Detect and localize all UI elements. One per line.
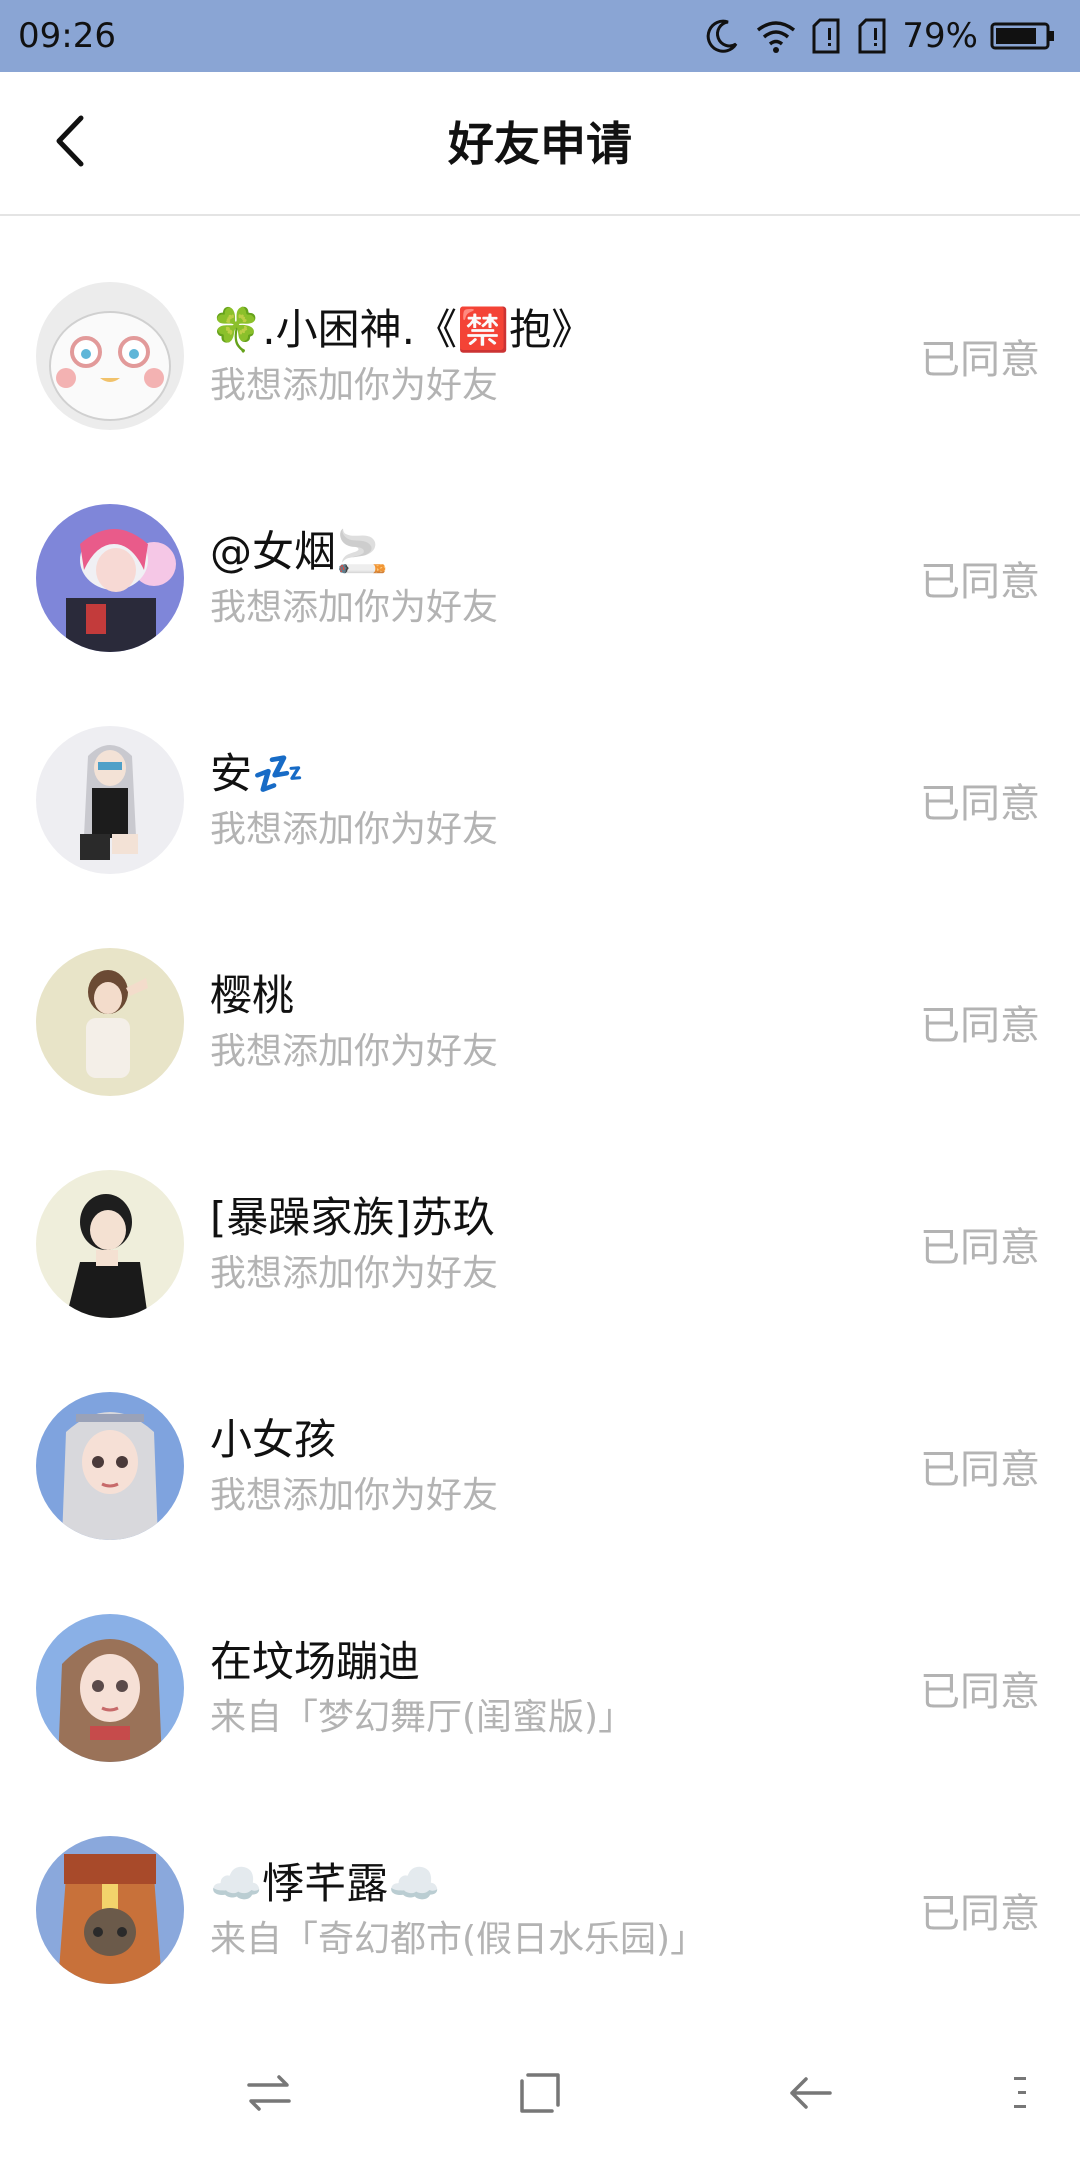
system-nav-bar xyxy=(0,2030,1080,2160)
menu-dots-icon xyxy=(1010,2071,1030,2119)
request-message: 我想添加你为好友 xyxy=(210,587,499,628)
avatar xyxy=(36,1614,184,1762)
switch-icon xyxy=(245,2071,293,2119)
status-label: 已同意 xyxy=(920,337,1040,383)
requester-name: 樱桃 xyxy=(210,971,295,1020)
status-label: 已同意 xyxy=(920,559,1040,605)
status-label: 已同意 xyxy=(920,1669,1040,1715)
status-time: 09:26 xyxy=(18,16,116,56)
requester-name: 在坟场蹦迪 xyxy=(210,1637,421,1686)
status-label: 已同意 xyxy=(920,1447,1040,1493)
requester-name: 🍀.小困神.《🈲抱》 xyxy=(210,305,594,354)
requester-name: ☁️悸芊露☁️ xyxy=(210,1859,441,1908)
battery-icon xyxy=(990,20,1056,52)
list-item[interactable]: [暴躁家族]苏玖 我想添加你为好友 已同意 xyxy=(0,1104,1080,1326)
menu-button[interactable] xyxy=(985,2060,1055,2130)
avatar xyxy=(36,1392,184,1540)
home-square-icon xyxy=(518,2071,562,2119)
sim2-icon xyxy=(856,16,890,56)
list-item[interactable]: 樱桃 我想添加你为好友 已同意 xyxy=(0,882,1080,1104)
status-label: 已同意 xyxy=(920,1003,1040,1049)
page-title: 好友申请 xyxy=(448,117,632,171)
requester-name: @女烟🚬 xyxy=(210,527,389,576)
request-message: 我想添加你为好友 xyxy=(210,1031,499,1072)
request-message: 我想添加你为好友 xyxy=(210,1475,499,1516)
status-icons: 79% xyxy=(702,12,1056,60)
requester-name: 安💤 xyxy=(210,749,305,798)
header: 好友申请 xyxy=(0,72,1080,216)
status-label: 已同意 xyxy=(920,1225,1040,1271)
avatar xyxy=(36,726,184,874)
list-item[interactable]: @女烟🚬 我想添加你为好友 已同意 xyxy=(0,438,1080,660)
wifi-icon xyxy=(754,16,798,56)
switch-button[interactable] xyxy=(234,2060,304,2130)
list-item[interactable]: 小女孩 我想添加你为好友 已同意 xyxy=(0,1326,1080,1548)
sim1-icon xyxy=(810,16,844,56)
list-item[interactable]: 🍀.小困神.《🈲抱》 我想添加你为好友 已同意 xyxy=(0,216,1080,438)
request-message: 来自「梦幻舞厅(闺蜜版)」 xyxy=(210,1697,635,1738)
back-nav-button[interactable] xyxy=(775,2060,845,2130)
battery-percent: 79% xyxy=(902,16,978,56)
list-item[interactable]: 在坟场蹦迪 来自「梦幻舞厅(闺蜜版)」 已同意 xyxy=(0,1548,1080,1770)
requester-name: 小女孩 xyxy=(210,1415,337,1464)
requester-name: [暴躁家族]苏玖 xyxy=(210,1193,495,1242)
avatar xyxy=(36,1170,184,1318)
moon-icon xyxy=(702,16,742,56)
request-message: 来自「奇幻都市(假日水乐园)」 xyxy=(210,1919,707,1960)
status-bar: 09:26 79% xyxy=(0,0,1080,72)
avatar xyxy=(36,948,184,1096)
friend-request-list: 🍀.小困神.《🈲抱》 我想添加你为好友 已同意 @女烟🚬 我想添加你为好友 已同… xyxy=(0,216,1080,1992)
status-label: 已同意 xyxy=(920,781,1040,827)
avatar xyxy=(36,1836,184,1984)
request-message: 我想添加你为好友 xyxy=(210,809,499,850)
back-arrow-icon xyxy=(786,2071,834,2119)
list-item[interactable]: ☁️悸芊露☁️ 来自「奇幻都市(假日水乐园)」 已同意 xyxy=(0,1770,1080,1992)
request-message: 我想添加你为好友 xyxy=(210,1253,499,1294)
home-button[interactable] xyxy=(505,2060,575,2130)
avatar xyxy=(36,282,184,430)
avatar xyxy=(36,504,184,652)
request-message: 我想添加你为好友 xyxy=(210,365,499,406)
status-label: 已同意 xyxy=(920,1891,1040,1937)
list-item[interactable]: 安💤 我想添加你为好友 已同意 xyxy=(0,660,1080,882)
